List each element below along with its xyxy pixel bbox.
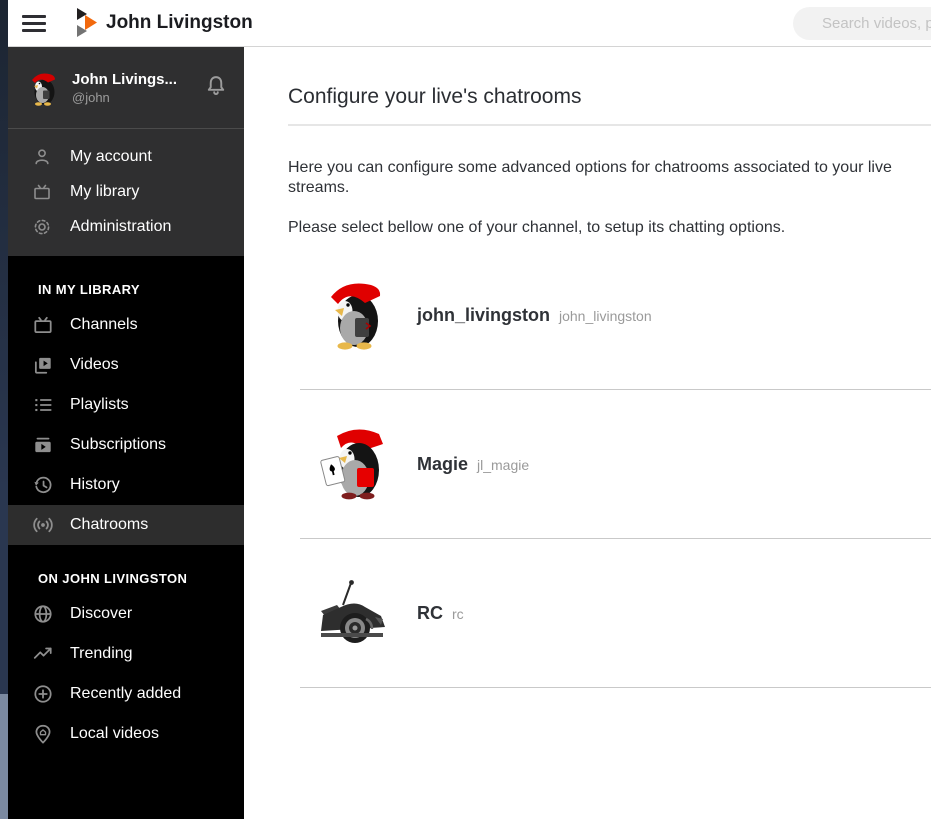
search-input[interactable] xyxy=(793,7,931,40)
sidebar-item-subscriptions[interactable]: Subscriptions xyxy=(8,425,244,465)
sidebar-item-label: Channels xyxy=(70,316,138,333)
sidebar-item-label: History xyxy=(70,476,120,493)
intro-paragraph: Here you can configure some advanced opt… xyxy=(288,159,892,196)
intro-paragraph: Please select bellow one of your channel… xyxy=(288,219,786,236)
sidebar-item-channels[interactable]: Channels xyxy=(8,305,244,345)
section-header: IN MY LIBRARY xyxy=(38,282,140,297)
user-display-name[interactable]: John Livings... xyxy=(72,71,202,88)
sidebar-item-local-videos[interactable]: Local videos xyxy=(8,714,244,754)
gear-icon xyxy=(32,217,52,237)
top-bar: John Livingston xyxy=(0,0,931,47)
sidebar-item-label: Trending xyxy=(70,645,133,662)
menu-item-administration[interactable]: Administration xyxy=(8,209,244,244)
sidebar-item-trending[interactable]: Trending xyxy=(8,634,244,674)
sidebar-item-label: Discover xyxy=(70,605,133,622)
sidebar-item-history[interactable]: History xyxy=(8,465,244,505)
hamburger-icon[interactable] xyxy=(22,11,52,35)
channel-name[interactable]: Magie xyxy=(417,454,468,475)
broadcast-icon xyxy=(32,514,54,536)
channel-list: john_livingston john_livingston Magie jl… xyxy=(300,241,931,688)
bell-icon[interactable] xyxy=(202,72,230,103)
channel-name[interactable]: john_livingston xyxy=(417,305,550,326)
instance-title[interactable]: John Livingston xyxy=(106,12,253,34)
channel-row-john-livingston[interactable]: john_livingston john_livingston xyxy=(300,241,931,390)
channel-name[interactable]: RC xyxy=(417,603,443,624)
channel-handle: john_livingston xyxy=(559,307,652,324)
sidebar-item-label: Videos xyxy=(70,356,119,373)
sidebar-item-label: Chatrooms xyxy=(70,516,149,533)
channel-handle: rc xyxy=(452,605,464,622)
tv-icon xyxy=(32,182,52,202)
menu-item-my-account[interactable]: My account xyxy=(8,139,244,174)
sidebar: John Livings... @john My account My libr… xyxy=(8,47,244,819)
sidebar-item-chatrooms[interactable]: Chatrooms xyxy=(8,505,244,545)
sidebar-item-label: Recently added xyxy=(70,685,182,702)
account-menu: My account My library Administration xyxy=(8,128,244,256)
playlist-icon xyxy=(32,394,54,416)
tv-icon xyxy=(32,314,54,336)
history-icon xyxy=(32,474,54,496)
logged-in-user-block: John Livings... @john xyxy=(8,47,244,128)
sidebar-item-label: Playlists xyxy=(70,396,129,413)
sidebar-item-label: Subscriptions xyxy=(70,436,167,453)
menu-item-label: My account xyxy=(70,147,152,165)
page-title: Configure your live's chatrooms xyxy=(288,85,582,108)
menu-item-my-library[interactable]: My library xyxy=(8,174,244,209)
sidebar-scrollbar[interactable] xyxy=(0,0,8,819)
trending-up-icon xyxy=(32,643,54,665)
subscriptions-icon xyxy=(32,434,54,456)
main-content: Configure your live's chatrooms Here you… xyxy=(244,47,931,819)
scrollbar-thumb[interactable] xyxy=(0,694,8,819)
channel-row-rc[interactable]: RC rc xyxy=(300,539,931,688)
user-icon xyxy=(32,147,52,167)
sidebar-item-playlists[interactable]: Playlists xyxy=(8,385,244,425)
sidebar-item-videos[interactable]: Videos xyxy=(8,345,244,385)
video-stack-icon xyxy=(32,354,54,376)
peertube-logo-icon[interactable] xyxy=(76,8,98,38)
on-instance-section: ON JOHN LIVINGSTON Discover Trending Rec… xyxy=(8,545,244,754)
plus-circle-icon xyxy=(32,683,54,705)
user-handle: @john xyxy=(72,89,110,105)
rc-car-avatar xyxy=(321,580,385,643)
penguin-red-hat-avatar[interactable] xyxy=(24,70,60,106)
sidebar-item-label: Local videos xyxy=(70,725,159,742)
menu-item-label: Administration xyxy=(70,217,172,235)
title-divider xyxy=(288,124,931,126)
section-header: ON JOHN LIVINGSTON xyxy=(38,571,188,586)
channel-row-magie[interactable]: Magie jl_magie xyxy=(300,390,931,539)
penguin-magician-avatar xyxy=(320,429,383,500)
home-pin-icon xyxy=(32,723,54,745)
sidebar-item-recently-added[interactable]: Recently added xyxy=(8,674,244,714)
globe-icon xyxy=(32,603,54,625)
sidebar-item-discover[interactable]: Discover xyxy=(8,594,244,634)
channel-handle: jl_magie xyxy=(477,456,530,473)
in-my-library-section: IN MY LIBRARY Channels Videos Playlists … xyxy=(8,256,244,545)
menu-item-label: My library xyxy=(70,182,140,200)
penguin-red-hat-avatar xyxy=(331,283,381,350)
